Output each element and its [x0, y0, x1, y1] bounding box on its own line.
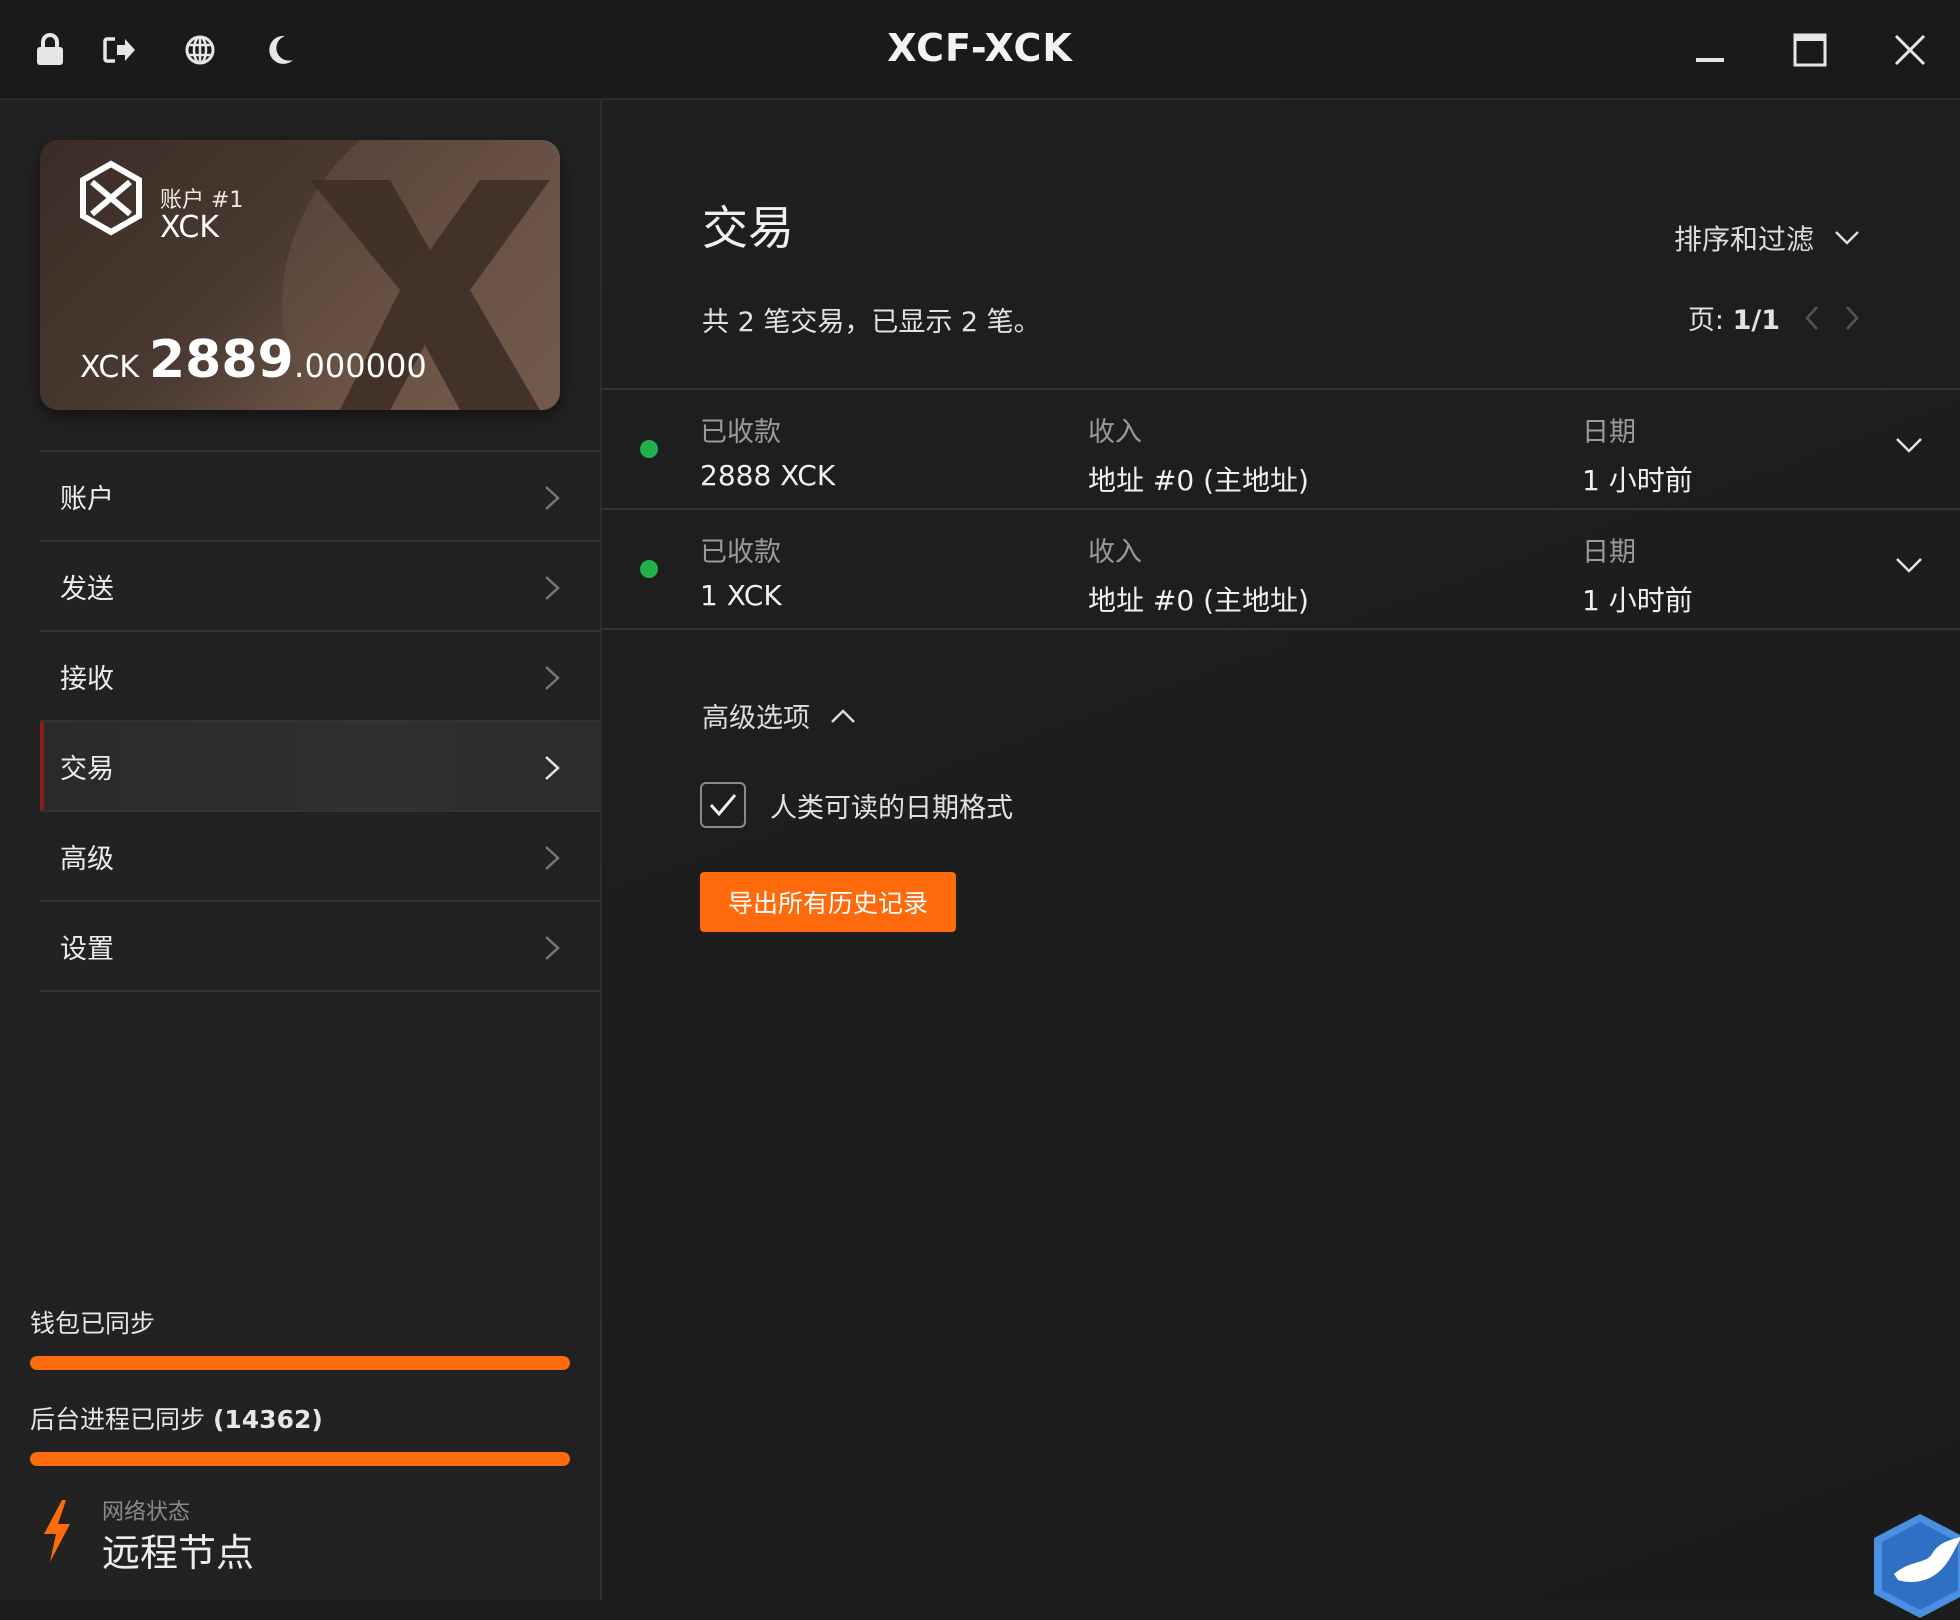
tx-status-label: 已收款 — [700, 417, 781, 448]
tx-date-label: 日期 — [1582, 417, 1636, 448]
page-indicator: 页: 1/1 — [1688, 298, 1780, 337]
advanced-options-toggle[interactable]: 高级选项 — [702, 696, 856, 735]
daemon-sync-label: 后台进程已同步 (14362) — [30, 1400, 570, 1436]
page-value: 1/1 — [1732, 305, 1780, 336]
sort-filter-dropdown[interactable]: 排序和过滤 — [1674, 218, 1860, 258]
tx-amount: 2888 XCK — [700, 459, 836, 492]
account-name: XCK — [160, 210, 219, 245]
sidebar-item-label: 发送 — [60, 573, 114, 605]
wallet-sync-status: 钱包已同步 — [30, 1304, 570, 1370]
chevron-down-icon[interactable] — [1894, 434, 1924, 458]
sidebar-item-transactions[interactable]: 交易 — [40, 720, 600, 810]
daemon-sync-progress-fill — [30, 1452, 570, 1466]
tx-address: 地址 #0 (主地址) — [1088, 584, 1309, 617]
sidebar-item-receive[interactable]: 接收 — [40, 630, 600, 720]
checkmark-icon — [709, 794, 737, 817]
page-label: 页: — [1687, 305, 1724, 336]
chevron-down-icon — [1835, 231, 1859, 245]
title-bar: XCF-XCK — [0, 0, 1960, 100]
tx-date: 1 小时前 — [1582, 584, 1693, 617]
chevron-right-icon — [545, 576, 560, 600]
tx-address-column: 收入 地址 #0 (主地址) — [1088, 410, 1309, 499]
daemon-sync-status: 后台进程已同步 (14362) — [30, 1400, 570, 1466]
wallet-sync-label: 钱包已同步 — [30, 1309, 156, 1338]
chevron-up-icon — [831, 708, 855, 723]
human-readable-date-checkbox[interactable] — [700, 782, 746, 828]
table-row[interactable]: 已收款 2888 XCK 收入 地址 #0 (主地址) 日期 1 小时前 — [602, 390, 1960, 510]
account-card[interactable]: 账户 #1 XCK XCK 2889.000000 — [40, 140, 560, 410]
main-panel: 交易 排序和过滤 共 2 笔交易，已显示 2 笔。 页: 1/1 已收款 288… — [602, 100, 1960, 1618]
lightning-bolt-icon — [44, 1500, 70, 1562]
transaction-summary: 共 2 笔交易，已显示 2 笔。 — [702, 307, 1041, 338]
xck-logo-icon — [80, 160, 142, 236]
export-history-button[interactable]: 导出所有历史记录 — [700, 872, 956, 932]
balance-integer: 2889 — [149, 330, 294, 390]
tx-amount-column: 已收款 1 XCK — [700, 530, 782, 612]
daemon-sync-label-text: 后台进程已同步 — [30, 1405, 213, 1434]
page-title: 交易 — [702, 201, 794, 255]
tx-date-column: 日期 1 小时前 — [1582, 410, 1693, 499]
tx-date-label: 日期 — [1582, 537, 1636, 568]
balance-currency: XCK — [80, 350, 139, 385]
balance-decimals: 000000 — [304, 347, 427, 385]
tx-date-column: 日期 1 小时前 — [1582, 530, 1693, 619]
network-status-value: 远程节点 — [102, 1531, 255, 1575]
tx-amount: 1 XCK — [700, 579, 782, 612]
sidebar-item-send[interactable]: 发送 — [40, 540, 600, 630]
tx-date: 1 小时前 — [1582, 464, 1693, 497]
minimize-icon[interactable] — [1686, 26, 1734, 74]
tx-status-label: 已收款 — [700, 537, 781, 568]
tx-address-column: 收入 地址 #0 (主地址) — [1088, 530, 1309, 619]
chevron-right-icon — [545, 666, 560, 690]
transaction-list: 已收款 2888 XCK 收入 地址 #0 (主地址) 日期 1 小时前 已收款… — [602, 388, 1960, 630]
daemon-sync-progress-bar — [30, 1452, 570, 1466]
bird-badge-icon[interactable] — [1870, 1510, 1960, 1620]
balance-decimal-point: . — [293, 346, 305, 386]
tx-type-label: 收入 — [1088, 537, 1142, 568]
sidebar-item-label: 交易 — [60, 753, 114, 785]
sidebar-item-label: 接收 — [60, 663, 114, 695]
app-title: XCF-XCK — [887, 26, 1073, 70]
sidebar-item-settings[interactable]: 设置 — [40, 900, 600, 992]
sidebar-item-label: 设置 — [60, 933, 114, 965]
sidebar: 账户 #1 XCK XCK 2889.000000 账户 发送 接收 交易 高级 … — [0, 100, 602, 1600]
human-readable-date-label: 人类可读的日期格式 — [770, 793, 1013, 824]
maximize-icon[interactable] — [1786, 26, 1834, 74]
account-balance: XCK 2889.000000 — [80, 330, 427, 390]
sort-filter-label: 排序和过滤 — [1673, 223, 1814, 256]
chevron-right-icon — [545, 486, 560, 510]
close-icon[interactable] — [1886, 26, 1934, 74]
sidebar-item-advanced[interactable]: 高级 — [40, 810, 600, 900]
daemon-sync-block-count: (14362) — [212, 1405, 323, 1434]
wallet-sync-progress-fill — [30, 1356, 570, 1370]
sidebar-item-label: 高级 — [60, 843, 114, 875]
chevron-right-icon — [545, 846, 560, 870]
table-row[interactable]: 已收款 1 XCK 收入 地址 #0 (主地址) 日期 1 小时前 — [602, 510, 1960, 630]
status-indicator — [640, 440, 658, 458]
wallet-sync-progress-bar — [30, 1356, 570, 1370]
chevron-right-icon — [545, 756, 560, 780]
status-indicator — [640, 560, 658, 578]
network-status[interactable]: 网络状态 远程节点 — [30, 1490, 570, 1580]
sidebar-item-label: 账户 — [60, 483, 114, 515]
tx-amount-column: 已收款 2888 XCK — [700, 410, 835, 492]
next-page-icon[interactable] — [1844, 305, 1860, 331]
tx-type-label: 收入 — [1088, 417, 1142, 448]
tx-address: 地址 #0 (主地址) — [1088, 464, 1309, 497]
chevron-right-icon — [545, 936, 560, 960]
sidebar-item-account[interactable]: 账户 — [40, 450, 600, 540]
chevron-down-icon[interactable] — [1894, 554, 1924, 578]
prev-page-icon[interactable] — [1804, 305, 1820, 331]
sidebar-nav: 账户 发送 接收 交易 高级 设置 — [40, 450, 600, 992]
advanced-options-label: 高级选项 — [702, 703, 810, 734]
pagination: 页: 1/1 — [1688, 298, 1860, 337]
